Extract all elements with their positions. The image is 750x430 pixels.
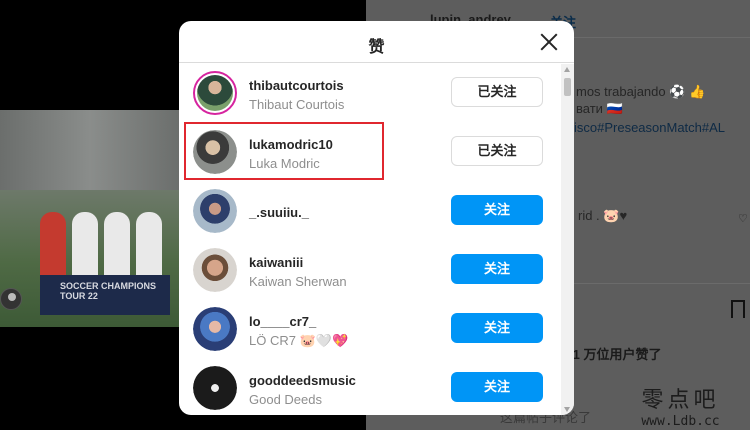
- full-name: Good Deeds: [249, 392, 322, 407]
- list-item[interactable]: lo____cr7_ LÖ CR7 🐷🤍💖 关注: [179, 300, 561, 359]
- username[interactable]: gooddeedsmusic: [249, 373, 356, 388]
- watermark-site: www.Ldb.cc: [641, 414, 720, 429]
- scroll-up-arrow-icon[interactable]: [564, 67, 570, 72]
- follow-button[interactable]: 关注: [451, 372, 543, 402]
- scrollbar[interactable]: [561, 64, 574, 415]
- list-item[interactable]: gooddeedsmusic Good Deeds 关注: [179, 359, 561, 415]
- avatar[interactable]: [193, 307, 237, 351]
- watermark-logo-text: 零点吧: [641, 388, 720, 413]
- username[interactable]: kaiwaniii: [249, 255, 303, 270]
- post-caption-line: mos trabajando ⚽ 👍: [576, 84, 706, 99]
- username[interactable]: _.suuiiu._: [249, 205, 309, 220]
- heart-icon[interactable]: ♡: [738, 212, 748, 225]
- likes-dialog: 赞 thibautcourtois Thibaut Courtois 已关注 l…: [179, 21, 574, 415]
- list-item[interactable]: kaiwaniii Kaiwan Sherwan 关注: [179, 241, 561, 300]
- list-item[interactable]: thibautcourtois Thibaut Courtois 已关注: [179, 64, 561, 123]
- watermark: 零点吧 www.Ldb.cc: [623, 388, 738, 430]
- dialog-header: 赞: [179, 21, 574, 63]
- bookmark-icon[interactable]: [731, 300, 745, 318]
- username[interactable]: lo____cr7_: [249, 314, 316, 329]
- following-button[interactable]: 已关注: [451, 136, 543, 166]
- follow-button[interactable]: 关注: [451, 313, 543, 343]
- avatar[interactable]: [193, 71, 237, 115]
- full-name: Thibaut Courtois: [249, 97, 345, 112]
- avatar[interactable]: [193, 248, 237, 292]
- highlight-box: [184, 122, 384, 180]
- close-icon[interactable]: [538, 31, 560, 53]
- follow-button[interactable]: 关注: [451, 254, 543, 284]
- username[interactable]: thibautcourtois: [249, 78, 344, 93]
- following-button[interactable]: 已关注: [451, 77, 543, 107]
- scroll-down-arrow-icon[interactable]: [564, 407, 570, 412]
- post-hashtags[interactable]: isco#PreseasonMatch#AL: [574, 120, 725, 135]
- full-name: Kaiwan Sherwan: [249, 274, 347, 289]
- post-caption-line: вати 🇷🇺: [576, 101, 623, 116]
- list-item[interactable]: _.suuiiu._ 关注: [179, 182, 561, 241]
- comment-snippet: rid . 🐷♥: [578, 208, 628, 223]
- photo-banner: SOCCER CHAMPIONS TOUR 22: [40, 275, 170, 315]
- post-photo: SOCCER CHAMPIONS TOUR 22: [0, 110, 180, 327]
- likes-list: thibautcourtois Thibaut Courtois 已关注 luk…: [179, 64, 561, 415]
- tagged-user-icon[interactable]: [0, 288, 22, 310]
- likes-count[interactable]: .1 万位用户赞了: [569, 344, 661, 363]
- dialog-title: 赞: [368, 39, 385, 56]
- avatar[interactable]: [193, 366, 237, 410]
- full-name: LÖ CR7 🐷🤍💖: [249, 333, 349, 348]
- follow-button[interactable]: 关注: [451, 195, 543, 225]
- scroll-thumb[interactable]: [564, 78, 571, 96]
- avatar[interactable]: [193, 189, 237, 233]
